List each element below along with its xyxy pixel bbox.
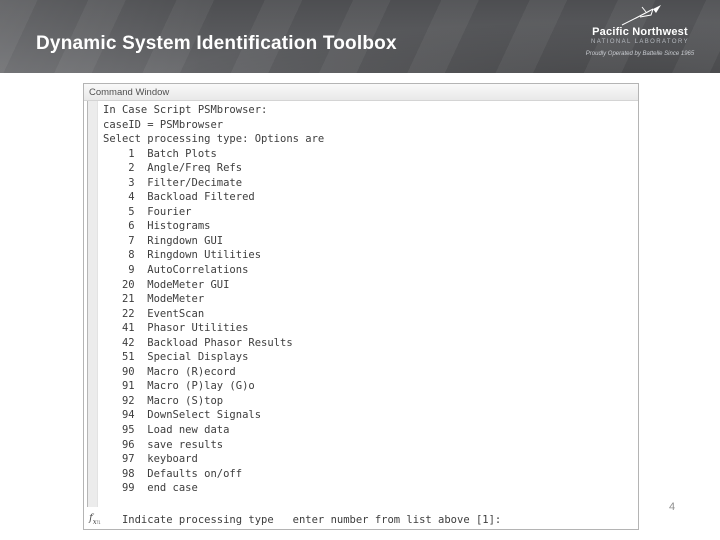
logo-name: Pacific Northwest (592, 26, 688, 38)
prompt-text: Indicate processing type enter number fr… (103, 514, 502, 526)
pnnl-arrow-icon (621, 5, 661, 26)
logo-subtitle: NATIONAL LABORATORY (591, 39, 689, 45)
console-output: In Case Script PSMbrowser: caseID = PSMb… (103, 104, 325, 495)
header-banner: Dynamic System Identification Toolbox Pa… (0, 0, 720, 73)
slide-title: Dynamic System Identification Toolbox (36, 33, 397, 54)
command-window: Command Window In Case Script PSMbrowser… (83, 83, 639, 530)
prompt-row: fx⇅ Indicate processing type enter numbe… (84, 512, 638, 529)
fx-icon: fx⇅ (89, 513, 101, 526)
console-gutter (87, 101, 98, 507)
page-number: 4 (669, 501, 676, 513)
slide: Dynamic System Identification Toolbox Pa… (0, 0, 720, 540)
logo-tagline: Proudly Operated by Battelle Since 1965 (585, 51, 695, 57)
pnnl-logo: Pacific Northwest NATIONAL LABORATORY Pr… (574, 4, 706, 57)
command-window-content: In Case Script PSMbrowser: caseID = PSMb… (84, 101, 638, 529)
command-window-titlebar: Command Window (84, 84, 638, 101)
command-window-title: Command Window (89, 87, 170, 98)
